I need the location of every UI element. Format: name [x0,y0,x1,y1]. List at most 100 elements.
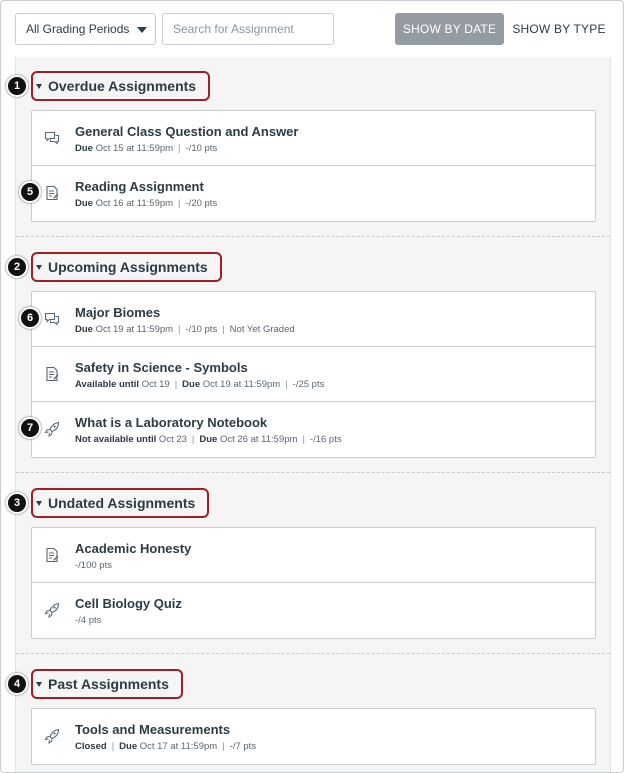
assignment-icon [44,547,60,563]
callout-badge: 4 [6,673,28,695]
detail-value: -/16 pts [309,434,342,445]
assignment-list-upcoming-assignments: Major Biomes Due Oct 19 at 11:59pm | -/10 p… [31,291,596,458]
separator: | [222,741,225,752]
detail-label: Due [182,379,201,390]
detail-label: Available until [75,379,140,390]
assignment-title-link[interactable]: Tools and Measurements [75,722,230,737]
assignment-details: Due Oct 19 at 11:59pm | -/10 pts | Not Yet G… [75,324,295,335]
collapse-triangle-icon [36,264,42,270]
assignment-title-link[interactable]: Cell Biology Quiz [75,596,182,611]
callout-badge: 1 [6,75,28,97]
assignment-details: Available until Oct 19 | Due Oct 19 at 11:… [75,379,324,390]
detail-value: Oct 26 at 11:59pm [217,434,298,445]
section-divider [16,653,610,654]
section-title: Undated Assignments [48,495,196,511]
quiz-icon [44,421,60,437]
assignment-details: -/4 pts [75,615,101,626]
detail-value: Oct 19 [139,379,170,390]
section-toggle-overdue-assignments[interactable]: Overdue Assignments [31,71,211,101]
search-assignment-input[interactable] [162,13,334,45]
separator: | [302,434,305,445]
callout-badge: 7 [19,417,41,439]
assignment-details: Closed | Due Oct 17 at 11:59pm | -/7 pts [75,741,256,752]
separator: | [111,741,115,752]
detail-value: -/10 pts [185,324,218,335]
assignment-details: -/100 pts [75,560,112,571]
detail-value: Oct 17 at 11:59pm [137,741,218,752]
detail-label: Due [75,143,93,154]
detail-value: Not Yet Graded [229,324,295,335]
section-toggle-undated-assignments[interactable]: Undated Assignments [31,488,210,518]
assignment-icon [44,185,60,201]
section-divider [16,472,610,473]
grading-period-select[interactable]: All Grading Periods [15,13,156,45]
assignment-title-link[interactable]: What is a Laboratory Notebook [75,415,267,430]
assignment-row[interactable]: General Class Question and Answer Due Oct… [32,111,595,166]
assignment-row[interactable]: Academic Honesty -/100 pts [32,528,595,583]
assignment-title-link[interactable]: Safety in Science - Symbols [75,360,248,375]
assignment-row[interactable]: Safety in Science - Symbols Available unt… [32,347,595,402]
assignment-list-past-assignments: Tools and Measurements Closed | Due Oct 17 … [31,708,596,765]
assignment-row[interactable]: Reading Assignment Due Oct 16 at 11:59pm |… [32,166,595,221]
assignment-row[interactable]: Major Biomes Due Oct 19 at 11:59pm | -/10 p… [32,292,595,347]
assignments-toolbar: All Grading Periods SHOW BY DATE SHOW BY… [1,1,623,57]
detail-label: Closed [75,741,107,752]
assignment-row[interactable]: Tools and Measurements Closed | Due Oct 17 … [32,709,595,764]
separator: | [285,379,288,390]
section-title: Overdue Assignments [48,78,197,94]
detail-value: Oct 16 at 11:59pm [92,198,174,209]
assignment-title-link[interactable]: Reading Assignment [75,179,204,194]
callout-badge: 5 [19,181,41,203]
grading-period-value: All Grading Periods [26,22,130,36]
detail-value: -/4 pts [75,615,102,626]
detail-value: -/20 pts [185,198,218,209]
section-divider [16,236,610,237]
callout-badge: 3 [6,492,28,514]
assignment-row[interactable]: Cell Biology Quiz -/4 pts [32,583,595,638]
assignment-title-link[interactable]: General Class Question and Answer [75,124,298,139]
discussion-icon [44,311,60,327]
section-title: Past Assignments [48,676,169,692]
quiz-icon [44,728,60,744]
separator: | [222,324,225,335]
assignments-page: All Grading Periods SHOW BY DATE SHOW BY… [0,0,624,773]
assignment-list-overdue-assignments: General Class Question and Answer Due Oct… [31,110,596,222]
collapse-triangle-icon [36,83,42,89]
assignment-details: Due Oct 15 at 11:59pm | -/10 pts [75,143,217,154]
detail-label: Due [75,198,93,209]
separator: | [174,379,178,390]
detail-label: Due [119,741,138,752]
collapse-triangle-icon [36,500,42,506]
detail-value: -/25 pts [292,379,325,390]
show-by-date-button[interactable]: SHOW BY DATE [395,13,504,45]
section-title: Upcoming Assignments [48,259,208,275]
separator: | [178,143,181,154]
assignment-list-undated-assignments: Academic Honesty -/100 pts Cell Biology Qu… [31,527,596,639]
collapse-triangle-icon [36,681,42,687]
quiz-icon [44,602,60,618]
section-toggle-upcoming-assignments[interactable]: Upcoming Assignments [31,252,222,282]
separator: | [178,198,181,209]
detail-value: Oct 23 [156,434,187,445]
show-by-type-button[interactable]: SHOW BY TYPE [509,13,609,45]
detail-label: Not available until [75,434,157,445]
assignments-list-area: Overdue Assignments General Class Questio… [15,57,611,772]
assignment-details: Due Oct 16 at 11:59pm | -/20 pts [75,198,217,209]
assignment-title-link[interactable]: Academic Honesty [75,541,191,556]
detail-label: Due [199,434,218,445]
callout-badge: 6 [19,307,41,329]
detail-value: -/7 pts [229,741,257,752]
detail-value: Oct 19 at 11:59pm [92,324,174,335]
caret-down-icon [137,27,147,33]
detail-value: Oct 15 at 11:59pm [92,143,174,154]
detail-value: -/100 pts [75,560,112,571]
detail-label: Due [75,324,93,335]
assignment-row[interactable]: What is a Laboratory Notebook Not availab… [32,402,595,457]
detail-value: Oct 19 at 11:59pm [200,379,281,390]
assignment-icon [44,366,60,382]
callout-badge: 2 [6,256,28,278]
assignment-details: Not available until Oct 23 | Due Oct 26 at… [75,434,342,445]
assignment-title-link[interactable]: Major Biomes [75,305,160,320]
section-toggle-past-assignments[interactable]: Past Assignments [31,669,183,699]
detail-value: -/10 pts [185,143,218,154]
